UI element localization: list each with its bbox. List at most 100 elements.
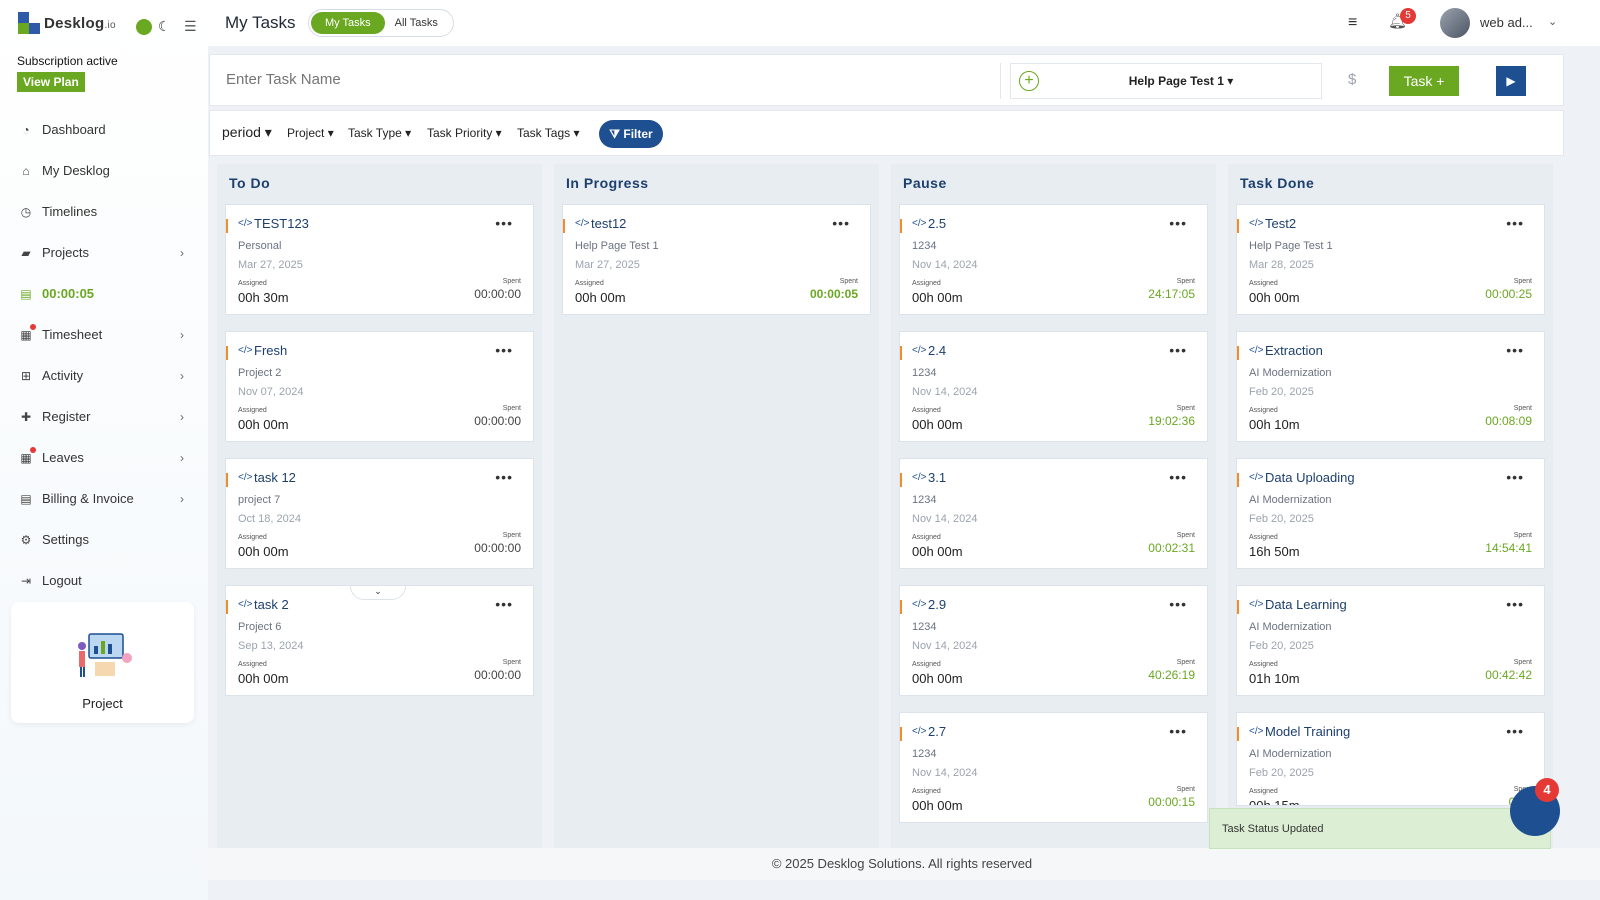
task-name[interactable]: Extraction — [1265, 343, 1323, 358]
sidebar-item-timesheet[interactable]: ▦ Timesheet › — [0, 314, 208, 355]
more-options-icon[interactable]: ••• — [1169, 469, 1187, 485]
view-plan-button[interactable]: View Plan — [17, 72, 85, 92]
task-card[interactable]: </> 2.7 ••• 1234 Nov 14, 2024 Assigned 00h 00m… — [899, 712, 1208, 823]
avatar[interactable] — [1440, 8, 1470, 38]
spent-label: Spent — [1176, 786, 1195, 793]
menu-icon[interactable]: ≡ — [1348, 14, 1357, 32]
task-card[interactable]: </> Test2 ••• Help Page Test 1 Mar 28, 2025 A… — [1236, 204, 1545, 315]
task-name[interactable]: 2.9 — [928, 597, 946, 612]
task-date: Mar 28, 2025 — [1249, 259, 1314, 271]
priority-indicator — [226, 600, 228, 614]
sidebar-item-dashboard[interactable]: ◔ Dashboard — [0, 109, 208, 150]
logo[interactable]: Desklog.io — [18, 12, 116, 34]
task-type-filter[interactable]: Task Type ▾ — [348, 126, 411, 140]
sidebar-item-billing[interactable]: ▤ Billing & Invoice › — [0, 478, 208, 519]
sidebar-item-register[interactable]: ✚ Register › — [0, 396, 208, 437]
task-card[interactable]: </> test12 ••• Help Page Test 1 Mar 27, 2025… — [562, 204, 871, 315]
expand-chevron-icon[interactable]: ⌄ — [350, 586, 406, 600]
more-options-icon[interactable]: ••• — [1506, 215, 1524, 231]
priority-indicator — [563, 219, 565, 233]
project-filter[interactable]: Project ▾ — [287, 126, 334, 140]
light-mode-icon[interactable] — [136, 18, 152, 35]
project-select[interactable]: + Help Page Test 1 ▾ — [1010, 63, 1322, 99]
more-options-icon[interactable]: ••• — [832, 215, 850, 231]
filter-button[interactable]: ⧩ Filter — [599, 120, 663, 148]
task-card[interactable]: </> 2.4 ••• 1234 Nov 14, 2024 Assigned 00h 00m… — [899, 331, 1208, 442]
task-card[interactable]: </> Data Uploading ••• AI Modernization Feb … — [1236, 458, 1545, 569]
task-card[interactable]: </> 2.9 ••• 1234 Nov 14, 2024 Assigned 00h 00m… — [899, 585, 1208, 696]
sidebar-item-my-desklog[interactable]: ⌂ My Desklog — [0, 150, 208, 191]
task-card[interactable]: </> task 12 ••• project 7 Oct 18, 2024 Assign… — [225, 458, 534, 569]
sidebar-item-timer[interactable]: ▤ 00:00:05 — [0, 273, 208, 314]
start-timer-button[interactable]: ▶ — [1496, 66, 1526, 96]
more-options-icon[interactable]: ••• — [1506, 342, 1524, 358]
task-name[interactable]: task 12 — [254, 470, 296, 485]
task-card[interactable]: </> 3.1 ••• 1234 Nov 14, 2024 Assigned 00h 00m… — [899, 458, 1208, 569]
spent-time: 00:00:05 — [809, 287, 858, 301]
sidebar-item-projects[interactable]: ▰ Projects › — [0, 232, 208, 273]
task-card[interactable]: </> task 2 ••• Project 6 Sep 13, 2024 Assigne… — [225, 585, 534, 696]
task-card[interactable]: </> Fresh ••• Project 2 Nov 07, 2024 Assigned… — [225, 331, 534, 442]
task-name[interactable]: Data Learning — [1265, 597, 1347, 612]
gear-icon: ⚙ — [20, 532, 32, 547]
task-name[interactable]: Model Training — [1265, 724, 1350, 739]
period-dropdown[interactable]: period ▾ — [222, 124, 272, 141]
more-options-icon[interactable]: ••• — [495, 596, 513, 612]
notification-badge: 5 — [1400, 8, 1416, 24]
more-options-icon[interactable]: ••• — [1169, 596, 1187, 612]
theme-toggle[interactable]: ☾ — [136, 18, 171, 35]
more-options-icon[interactable]: ••• — [1169, 723, 1187, 739]
task-card[interactable]: </> TEST123 ••• Personal Mar 27, 2025 Assigne… — [225, 204, 534, 315]
more-options-icon[interactable]: ••• — [1169, 215, 1187, 231]
sidebar-item-logout[interactable]: ⇥ Logout — [0, 560, 208, 601]
user-name[interactable]: web ad... — [1480, 15, 1533, 30]
more-options-icon[interactable]: ••• — [1169, 342, 1187, 358]
more-options-icon[interactable]: ••• — [495, 342, 513, 358]
task-name[interactable]: 2.7 — [928, 724, 946, 739]
more-options-icon[interactable]: ••• — [495, 469, 513, 485]
moon-icon[interactable]: ☾ — [158, 18, 171, 35]
code-icon: </> — [912, 726, 927, 737]
task-name[interactable]: 2.5 — [928, 216, 946, 231]
project-card[interactable]: Project — [11, 602, 194, 723]
more-options-icon[interactable]: ••• — [1506, 723, 1524, 739]
sidebar-item-leaves[interactable]: ▦ Leaves › — [0, 437, 208, 478]
task-name[interactable]: TEST123 — [254, 216, 309, 231]
priority-indicator — [1237, 727, 1239, 741]
more-options-icon[interactable]: ••• — [1506, 469, 1524, 485]
project-filter-label: Project — [287, 126, 325, 140]
sidebar-item-activity[interactable]: ⊞ Activity › — [0, 355, 208, 396]
sidebar-item-settings[interactable]: ⚙ Settings — [0, 519, 208, 560]
add-task-button[interactable]: Task + — [1389, 66, 1459, 96]
task-name[interactable]: task 2 — [254, 597, 289, 612]
task-card[interactable]: </> Model Training ••• AI Modernization Feb … — [1236, 712, 1545, 806]
task-name[interactable]: Test2 — [1265, 216, 1296, 231]
assigned-time: 00h 15m — [1249, 798, 1300, 806]
tab-all-tasks[interactable]: All Tasks — [385, 12, 448, 34]
task-name[interactable]: 2.4 — [928, 343, 946, 358]
project-illustration-icon — [78, 633, 132, 677]
more-options-icon[interactable]: ••• — [1506, 596, 1524, 612]
task-name[interactable]: Data Uploading — [1265, 470, 1355, 485]
task-type-label: Task Type — [348, 126, 402, 140]
assigned-time: 00h 00m — [912, 671, 963, 686]
task-card[interactable]: </> Data Learning ••• AI Modernization Feb 2… — [1236, 585, 1545, 696]
task-name[interactable]: 3.1 — [928, 470, 946, 485]
column-title: Task Done — [1240, 175, 1315, 191]
tab-my-tasks[interactable]: My Tasks — [311, 12, 385, 34]
task-card[interactable]: </> Extraction ••• AI Modernization Feb 20, … — [1236, 331, 1545, 442]
more-options-icon[interactable]: ••• — [495, 215, 513, 231]
billable-toggle[interactable]: $ — [1348, 71, 1356, 88]
task-priority-filter[interactable]: Task Priority ▾ — [427, 126, 502, 140]
task-name[interactable]: test12 — [591, 216, 626, 231]
task-name[interactable]: Fresh — [254, 343, 287, 358]
sidebar-item-timelines[interactable]: ◷ Timelines — [0, 191, 208, 232]
assigned-time: 00h 00m — [575, 290, 626, 305]
task-tags-filter[interactable]: Task Tags ▾ — [517, 126, 580, 140]
collapse-menu-icon[interactable]: ☰ — [184, 18, 197, 35]
task-name-input[interactable] — [226, 71, 926, 88]
column-in-progress: In Progress </> test12 ••• Help Page Test 1… — [554, 164, 879, 850]
task-date: Nov 14, 2024 — [912, 513, 978, 525]
chevron-down-icon[interactable]: ⌄ — [1548, 15, 1557, 28]
task-card[interactable]: </> 2.5 ••• 1234 Nov 14, 2024 Assigned 00h 00m… — [899, 204, 1208, 315]
